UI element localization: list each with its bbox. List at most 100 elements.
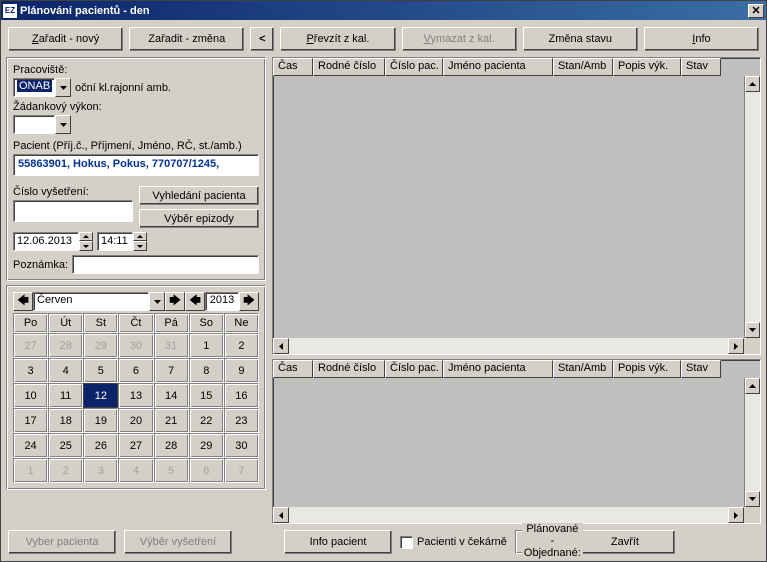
vyber-pacienta-button[interactable]: Vyber pacienta: [8, 530, 116, 554]
chevron-down-icon[interactable]: [149, 292, 165, 311]
scroll-track[interactable]: [289, 507, 728, 523]
info-pacient-button[interactable]: Info pacient: [284, 530, 392, 554]
pacienti-v-cekarne-checkbox[interactable]: [400, 536, 413, 549]
column-header[interactable]: Číslo pac.: [385, 58, 443, 76]
calendar-day[interactable]: 6: [189, 458, 224, 483]
close-button[interactable]: ✕: [748, 4, 764, 18]
date-up-button[interactable]: [79, 232, 93, 241]
column-header[interactable]: Stav: [681, 360, 721, 378]
calendar-day[interactable]: 9: [224, 358, 259, 383]
vyber-vysetreni-button[interactable]: Výběr vyšetření: [124, 530, 232, 554]
month-prev-button[interactable]: 🡄: [13, 292, 33, 311]
calendar-day[interactable]: 27: [13, 333, 48, 358]
calendar-day[interactable]: 7: [224, 458, 259, 483]
column-header[interactable]: Stav: [681, 58, 721, 76]
calendar-day[interactable]: 26: [83, 433, 118, 458]
vymazat-z-kal-button[interactable]: Vymazat z kal.: [402, 27, 517, 51]
zmena-stavu-button[interactable]: Změna stavu: [523, 27, 638, 51]
calendar-day[interactable]: 3: [13, 358, 48, 383]
calendar-day[interactable]: 1: [189, 333, 224, 358]
calendar-day[interactable]: 24: [13, 433, 48, 458]
zadankovy-vykon-combobox[interactable]: [13, 115, 71, 134]
lower-list[interactable]: ČasRodné čísloČíslo pac.Jméno pacientaSt…: [272, 359, 761, 524]
calendar-day[interactable]: 25: [48, 433, 83, 458]
scroll-down-button[interactable]: [745, 491, 760, 507]
vyhledani-pacienta-button[interactable]: Vyhledání pacienta: [139, 186, 259, 205]
zaradit-novy-button[interactable]: Zařadit - nový: [8, 27, 123, 51]
calendar-day[interactable]: 3: [83, 458, 118, 483]
date-input[interactable]: 12.06.2013: [13, 232, 93, 251]
calendar-day[interactable]: 7: [154, 358, 189, 383]
calendar-day[interactable]: 17: [13, 408, 48, 433]
calendar-day[interactable]: 31: [154, 333, 189, 358]
calendar-day[interactable]: 8: [189, 358, 224, 383]
calendar-day[interactable]: 6: [118, 358, 153, 383]
calendar-day[interactable]: 12: [83, 383, 118, 408]
calendar-day[interactable]: 21: [154, 408, 189, 433]
time-up-button[interactable]: [133, 232, 147, 241]
info-button[interactable]: Info: [644, 27, 759, 51]
calendar-day[interactable]: 4: [118, 458, 153, 483]
calendar-day[interactable]: 2: [48, 458, 83, 483]
calendar-day[interactable]: 28: [154, 433, 189, 458]
calendar-day[interactable]: 27: [118, 433, 153, 458]
year-display[interactable]: 2013: [205, 292, 239, 311]
calendar-day[interactable]: 1: [13, 458, 48, 483]
calendar-day[interactable]: 4: [48, 358, 83, 383]
column-header[interactable]: Rodné číslo: [313, 360, 385, 378]
month-combobox[interactable]: Červen: [33, 292, 165, 311]
calendar-day[interactable]: 23: [224, 408, 259, 433]
zavrit-button[interactable]: Zavřít: [575, 530, 675, 554]
scroll-left-button[interactable]: [273, 507, 289, 523]
column-header[interactable]: Stan/Amb: [553, 58, 613, 76]
calendar-day[interactable]: 30: [118, 333, 153, 358]
column-header[interactable]: Rodné číslo: [313, 58, 385, 76]
calendar-day[interactable]: 2: [224, 333, 259, 358]
column-header[interactable]: Popis výk.: [613, 360, 681, 378]
calendar-day[interactable]: 29: [83, 333, 118, 358]
calendar-day[interactable]: 15: [189, 383, 224, 408]
chevron-down-icon[interactable]: [55, 115, 71, 134]
calendar-day[interactable]: 28: [48, 333, 83, 358]
month-next-button[interactable]: 🡆: [165, 292, 185, 311]
scroll-left-button[interactable]: [273, 338, 289, 354]
calendar-day[interactable]: 18: [48, 408, 83, 433]
scroll-right-button[interactable]: [728, 338, 744, 354]
calendar-day[interactable]: 16: [224, 383, 259, 408]
calendar-day[interactable]: 5: [154, 458, 189, 483]
calendar-day[interactable]: 5: [83, 358, 118, 383]
prevzit-z-kal-button[interactable]: Převzít z kal.: [280, 27, 395, 51]
column-header[interactable]: Číslo pac.: [385, 360, 443, 378]
cislo-vysetreni-input[interactable]: [13, 200, 133, 222]
column-header[interactable]: Čas: [273, 360, 313, 378]
calendar-day[interactable]: 30: [224, 433, 259, 458]
year-prev-button[interactable]: 🡄: [185, 292, 205, 311]
calendar-day[interactable]: 22: [189, 408, 224, 433]
column-header[interactable]: Čas: [273, 58, 313, 76]
scroll-up-button[interactable]: [745, 378, 760, 394]
calendar-day[interactable]: 10: [13, 383, 48, 408]
calendar-day[interactable]: 13: [118, 383, 153, 408]
vyber-epizody-button[interactable]: Výběr epizody: [139, 209, 259, 228]
column-header[interactable]: Jméno pacienta: [443, 58, 553, 76]
date-down-button[interactable]: [79, 241, 93, 251]
poznamka-input[interactable]: [72, 255, 259, 274]
back-button[interactable]: <: [250, 27, 274, 51]
column-header[interactable]: Jméno pacienta: [443, 360, 553, 378]
column-header[interactable]: Stan/Amb: [553, 360, 613, 378]
scroll-down-button[interactable]: [745, 322, 760, 338]
calendar-day[interactable]: 20: [118, 408, 153, 433]
year-next-button[interactable]: 🡆: [239, 292, 259, 311]
chevron-down-icon[interactable]: [55, 78, 71, 97]
scroll-right-button[interactable]: [728, 507, 744, 523]
pracoviste-combobox[interactable]: ONAB: [13, 78, 71, 97]
scroll-track[interactable]: [745, 92, 760, 322]
calendar-day[interactable]: 11: [48, 383, 83, 408]
scroll-track[interactable]: [289, 338, 728, 354]
upper-list[interactable]: ČasRodné čísloČíslo pac.Jméno pacientaSt…: [272, 57, 761, 355]
calendar-day[interactable]: 14: [154, 383, 189, 408]
scroll-track[interactable]: [745, 394, 760, 491]
scroll-up-button[interactable]: [745, 76, 760, 92]
zaradit-zmena-button[interactable]: Zařadit - změna: [129, 27, 244, 51]
time-input[interactable]: 14:11: [97, 232, 147, 251]
